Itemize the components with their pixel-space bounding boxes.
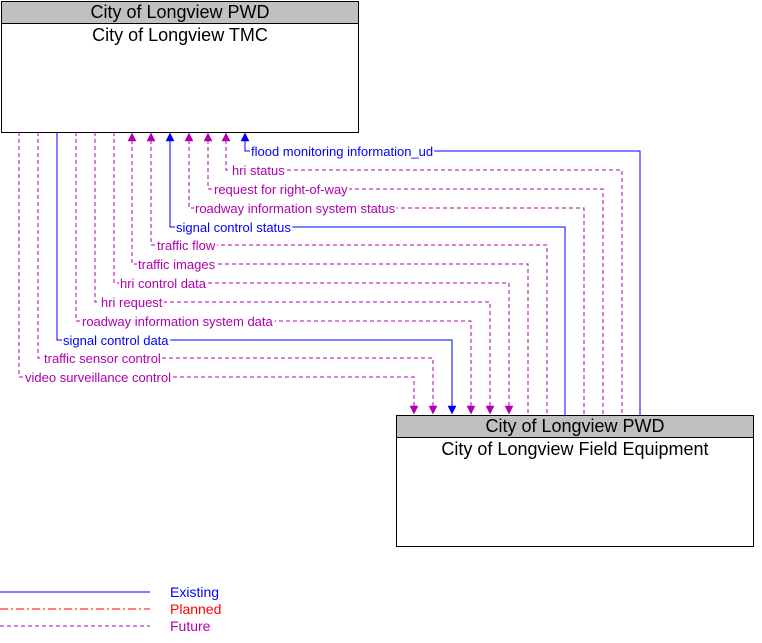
arrowhead-icon	[409, 405, 419, 415]
legend-label: Existing	[170, 584, 219, 600]
arrowhead-icon	[428, 405, 438, 415]
flow-hri-control-data[interactable]: hri control data	[113, 132, 514, 415]
flow-signal-control-status[interactable]: signal control status	[165, 132, 566, 415]
flow-label: roadway information system status	[195, 201, 396, 216]
arrowhead-icon	[466, 405, 476, 415]
arrowhead-icon	[146, 132, 156, 142]
legend-label: Planned	[170, 601, 221, 617]
flow-label: hri request	[101, 295, 163, 310]
arrowhead-icon	[127, 132, 137, 142]
flow-diagram: flood monitoring information_udhri statu…	[0, 132, 641, 634]
flow-label: signal control status	[176, 220, 291, 235]
flow-label: signal control data	[63, 333, 169, 348]
flow-label: traffic images	[138, 257, 216, 272]
flow-label: hri control data	[120, 276, 207, 291]
arrowhead-icon	[504, 405, 514, 415]
flow-traffic-images[interactable]: traffic images	[127, 132, 529, 415]
flow-flood-monitoring-information-ud[interactable]: flood monitoring information_ud	[240, 132, 641, 415]
flow-label: request for right-of-way	[214, 182, 348, 197]
legend-item-future: Future	[0, 618, 211, 634]
flow-hri-status[interactable]: hri status	[221, 132, 623, 415]
flow-label: video surveillance control	[25, 370, 171, 385]
arrowhead-icon	[184, 132, 194, 142]
legend-item-planned: Planned	[0, 601, 221, 617]
legend-item-existing: Existing	[0, 584, 219, 600]
flow-traffic-flow[interactable]: traffic flow	[146, 132, 548, 415]
arrowhead-icon	[240, 132, 250, 142]
arrowhead-icon	[485, 405, 495, 415]
flow-label: flood monitoring information_ud	[251, 144, 433, 159]
arrowhead-icon	[447, 405, 457, 415]
flow-label: traffic sensor control	[44, 351, 161, 366]
flow-label: traffic flow	[157, 238, 216, 253]
flow-label: roadway information system data	[82, 314, 274, 329]
flow-label: hri status	[232, 163, 285, 178]
flow-line	[150, 140, 548, 415]
arrowhead-icon	[203, 132, 213, 142]
legend-label: Future	[170, 618, 211, 634]
arrowhead-icon	[165, 132, 175, 142]
arrowhead-icon	[221, 132, 231, 142]
flow-video-surveillance-control[interactable]: video surveillance control	[18, 132, 419, 415]
